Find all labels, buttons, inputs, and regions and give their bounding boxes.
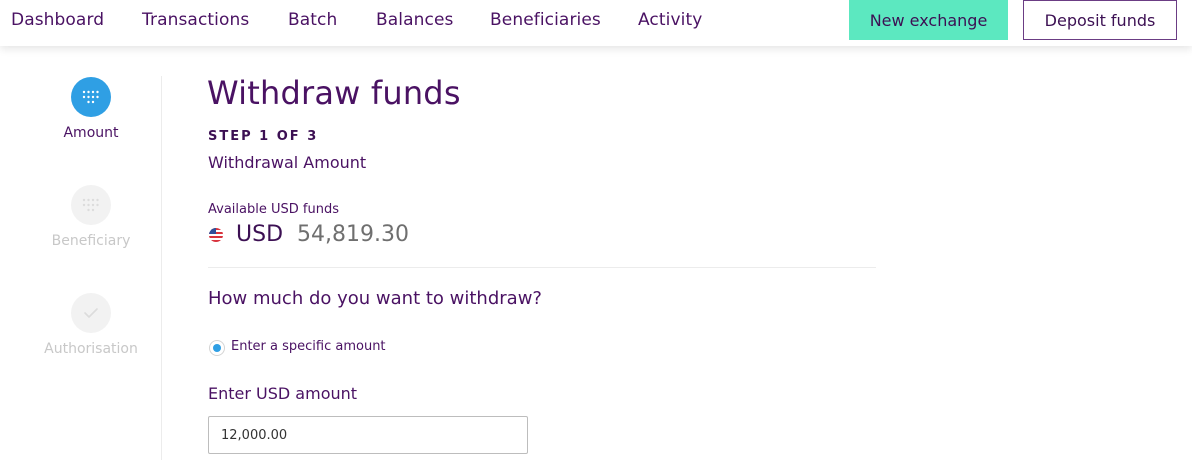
top-navigation-bar: Dashboard Transactions Batch Balances Be… xyxy=(0,0,1192,46)
step-label-amount: Amount xyxy=(63,125,119,141)
radio-selected-dot xyxy=(213,344,221,352)
keypad-icon xyxy=(82,198,99,212)
step-authorisation-indicator xyxy=(71,293,111,333)
nav-dashboard[interactable]: Dashboard xyxy=(11,10,104,30)
amount-field-label: Enter USD amount xyxy=(208,384,358,403)
currency-code: USD xyxy=(236,222,284,247)
nav-activity[interactable]: Activity xyxy=(638,10,702,30)
stepper-divider xyxy=(161,76,162,460)
specific-amount-radio[interactable] xyxy=(209,340,225,356)
section-divider xyxy=(208,267,876,268)
step-label-authorisation: Authorisation xyxy=(44,341,138,357)
step-label-beneficiary: Beneficiary xyxy=(51,233,131,249)
available-funds-label: Available USD funds xyxy=(208,202,339,217)
deposit-funds-button[interactable]: Deposit funds xyxy=(1023,0,1177,40)
step-count: STEP 1 OF 3 xyxy=(208,129,319,144)
step-beneficiary-indicator xyxy=(71,185,111,225)
nav-batch[interactable]: Batch xyxy=(288,10,337,30)
page-title: Withdraw funds xyxy=(207,74,461,112)
withdraw-question: How much do you want to withdraw? xyxy=(208,288,542,309)
amount-input[interactable] xyxy=(208,416,528,454)
us-flag-icon xyxy=(209,228,223,242)
nav-balances[interactable]: Balances xyxy=(376,10,453,30)
specific-amount-radio-label[interactable]: Enter a specific amount xyxy=(231,339,386,354)
nav-transactions[interactable]: Transactions xyxy=(142,10,249,30)
available-balance: 54,819.30 xyxy=(297,222,409,247)
step-name: Withdrawal Amount xyxy=(208,153,367,172)
nav-beneficiaries[interactable]: Beneficiaries xyxy=(490,10,601,30)
keypad-icon xyxy=(82,90,99,104)
check-icon xyxy=(84,308,98,318)
new-exchange-button[interactable]: New exchange xyxy=(849,0,1008,40)
step-amount-indicator xyxy=(71,77,111,117)
